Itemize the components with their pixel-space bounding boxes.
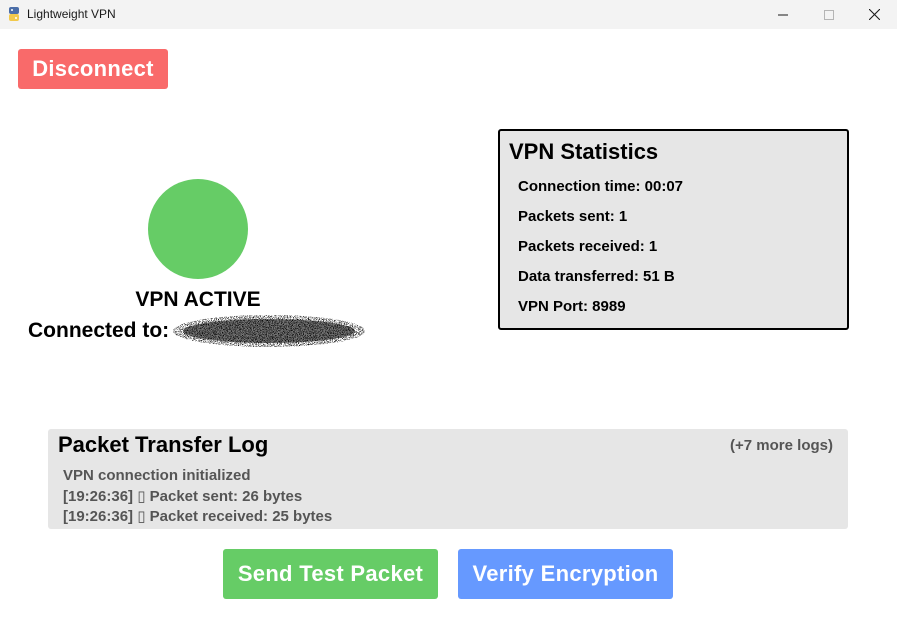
stat-vpn-port: VPN Port: 8989 bbox=[518, 298, 626, 315]
stat-packets-sent: Packets sent: 1 bbox=[518, 208, 628, 225]
title-bar: Lightweight VPN bbox=[0, 0, 897, 29]
minimize-icon bbox=[778, 14, 788, 15]
verify-encryption-button[interactable]: Verify Encryption bbox=[458, 549, 673, 599]
window-title: Lightweight VPN bbox=[27, 7, 116, 21]
maximize-button[interactable] bbox=[806, 0, 852, 29]
maximize-icon bbox=[824, 9, 834, 20]
connected-row: Connected to: bbox=[28, 315, 367, 347]
log-line: [19:26:36] ▯ Packet sent: 26 bytes bbox=[63, 488, 303, 505]
log-line: [19:26:36] ▯ Packet received: 25 bytes bbox=[63, 508, 333, 525]
stats-title: VPN Statistics bbox=[509, 139, 659, 164]
stat-data-transferred: Data transferred: 51 B bbox=[518, 268, 675, 285]
close-icon bbox=[868, 9, 880, 20]
log-more-count: (+7 more logs) bbox=[730, 437, 833, 454]
send-test-packet-button[interactable]: Send Test Packet bbox=[223, 549, 438, 599]
stat-connection-time: Connection time: 00:07 bbox=[518, 178, 684, 195]
log-line: VPN connection initialized bbox=[63, 467, 251, 484]
stat-packets-received: Packets received: 1 bbox=[518, 238, 658, 255]
app-window: Lightweight VPN Disconnect VPN ACTIVE Co… bbox=[0, 0, 897, 628]
close-button[interactable] bbox=[851, 0, 897, 29]
status-indicator-icon bbox=[148, 179, 248, 279]
vpn-status-text: VPN ACTIVE bbox=[135, 288, 261, 311]
connected-to-label: Connected to: bbox=[28, 319, 170, 342]
python-snake-icon bbox=[9, 7, 19, 21]
log-title: Packet Transfer Log bbox=[58, 432, 269, 457]
packet-log-panel: Packet Transfer Log (+7 more logs) VPN c… bbox=[48, 429, 848, 529]
minimize-button[interactable] bbox=[760, 0, 806, 29]
redacted-address-icon bbox=[173, 315, 366, 347]
disconnect-button[interactable]: Disconnect bbox=[18, 49, 168, 89]
vpn-statistics-panel: VPN Statistics Connection time: 00:07 Pa… bbox=[498, 129, 849, 330]
